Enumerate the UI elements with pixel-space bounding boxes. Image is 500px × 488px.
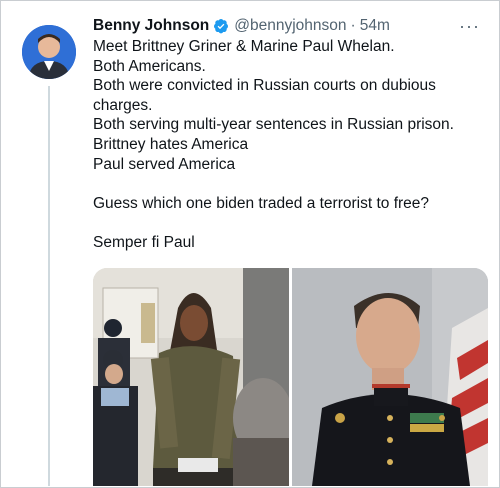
tweet-line: Both were convicted in Russian courts on…	[93, 77, 436, 95]
tweet-line: charges.	[93, 96, 153, 114]
tweet-text: Meet Brittney Griner & Marine Paul Whela…	[93, 37, 488, 253]
author-name[interactable]: Benny Johnson	[93, 15, 209, 37]
author-handle[interactable]: @bennyjohnson	[234, 15, 346, 37]
photo-marine-portrait[interactable]	[292, 268, 488, 486]
tweet-line: Semper fi Paul	[93, 233, 195, 251]
tweet-line: Guess which one biden traded a terrorist…	[93, 194, 430, 212]
marine-photo-image	[292, 268, 488, 486]
tweet-line: Both serving multi-year sentences in Rus…	[93, 116, 454, 134]
photo-courtroom[interactable]	[93, 268, 289, 486]
tweet-line: Brittney hates America	[93, 135, 249, 153]
avatar[interactable]	[22, 25, 76, 79]
courtroom-photo-image	[93, 268, 289, 486]
separator-dot: ·	[350, 17, 356, 34]
tweet-line: Paul served America	[93, 155, 236, 173]
verified-badge-icon	[214, 19, 229, 34]
tweet-timestamp[interactable]: 54m	[360, 15, 390, 37]
tweet-content: Benny Johnson @bennyjohnson · 54m ··· Me…	[93, 15, 488, 253]
thread-line	[48, 86, 50, 486]
more-options-icon[interactable]: ···	[459, 17, 480, 35]
tweet-line: Meet Brittney Griner & Marine Paul Whela…	[93, 38, 395, 55]
avatar-image	[22, 25, 76, 79]
tweet-header: Benny Johnson @bennyjohnson · 54m	[93, 15, 488, 37]
tweet-line: Both Americans.	[93, 57, 206, 75]
tweet-media	[93, 268, 488, 486]
